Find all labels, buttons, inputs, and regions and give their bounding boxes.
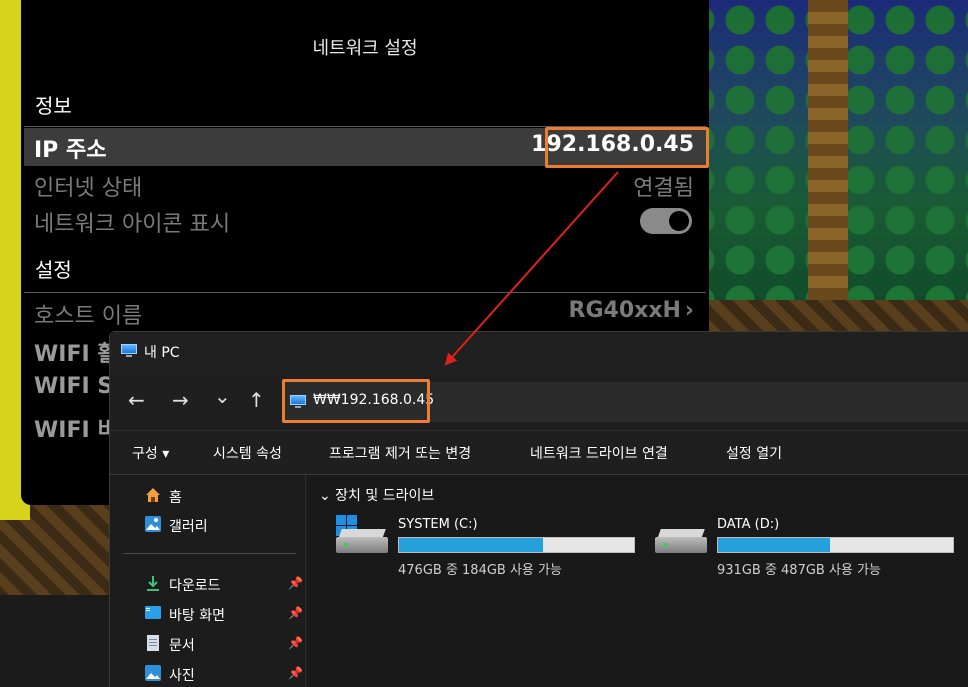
hostname-label: 호스트 이름 — [34, 304, 143, 329]
drive-icon — [336, 529, 388, 553]
uninstall-program-button[interactable]: 프로그램 제거 또는 변경 — [329, 443, 471, 463]
internet-status-label: 인터넷 상태 — [34, 176, 143, 201]
ip-address-label: IP 주소 — [34, 138, 107, 163]
sidebar-item-label: 사진 — [169, 668, 195, 684]
network-icon-toggle[interactable] — [640, 208, 692, 234]
drive-system-c[interactable]: SYSTEM (C:) 476GB 중 184GB 사용 가능 — [336, 515, 636, 578]
wifi-enable-label: WIFI 활 — [34, 342, 118, 367]
background-palm-trunk — [808, 0, 848, 300]
hostname-row[interactable]: 호스트 이름 RG40xxH › — [24, 294, 706, 332]
content-pane: ⌄ 장치 및 드라이브 SYSTEM (C:) 476GB 중 184GB 사용… — [307, 475, 968, 687]
address-highlight-box — [282, 379, 430, 423]
drive-icon — [655, 529, 707, 553]
computer-icon — [121, 344, 137, 357]
navigation-pane: 홈 갤러리 다운로드 📌 바탕 화면 📌 문서 📌 사진 📌 — [110, 475, 306, 687]
file-explorer-window: 내 PC ← → ⌄ ↑ ₩₩192.168.0.45 구성 ▾ 시스템 속성 … — [109, 331, 968, 687]
navigation-bar: ← → ⌄ ↑ ₩₩192.168.0.45 — [110, 370, 968, 430]
sidebar-item-label: 갤러리 — [169, 519, 208, 535]
desktop-icon — [145, 606, 161, 619]
devices-drives-group-header[interactable]: ⌄ 장치 및 드라이브 — [319, 485, 434, 505]
gallery-icon — [145, 516, 161, 532]
system-properties-button[interactable]: 시스템 속성 — [213, 443, 282, 463]
pin-icon[interactable]: 📌 — [288, 576, 303, 590]
chevron-right-icon: › — [684, 298, 694, 323]
sidebar-item-label: 다운로드 — [169, 578, 221, 594]
sidebar-divider — [124, 553, 296, 554]
download-icon — [147, 576, 159, 591]
pin-icon[interactable]: 📌 — [288, 606, 303, 620]
pin-icon[interactable]: 📌 — [288, 666, 303, 680]
sidebar-item-label: 바탕 화면 — [169, 608, 225, 624]
pictures-icon — [145, 665, 161, 681]
drive-free-space: 476GB 중 184GB 사용 가능 — [398, 563, 562, 578]
up-arrow-icon[interactable]: ↑ — [248, 388, 265, 412]
recent-locations-chevron-icon[interactable]: ⌄ — [214, 384, 231, 408]
drive-usage-bar — [717, 537, 954, 553]
drive-data-d[interactable]: DATA (D:) 931GB 중 487GB 사용 가능 — [655, 515, 955, 578]
ip-highlight-box — [545, 127, 709, 168]
network-icon-row[interactable]: 네트워크 아이콘 표시 — [24, 202, 706, 240]
sidebar-item-label: 문서 — [169, 638, 195, 654]
back-arrow-icon[interactable]: ← — [128, 388, 145, 412]
drive-free-space: 931GB 중 487GB 사용 가능 — [717, 563, 881, 578]
title-bar: 내 PC — [110, 332, 968, 370]
sidebar-item-label: 홈 — [169, 490, 182, 506]
home-icon — [146, 488, 160, 502]
drive-usage-bar — [398, 537, 635, 553]
section-info-header: 정보 — [35, 94, 72, 118]
drive-usage-fill — [718, 538, 831, 552]
drive-usage-fill — [399, 538, 544, 552]
internet-status-value: 연결됨 — [633, 176, 694, 201]
drive-name: SYSTEM (C:) — [398, 517, 478, 532]
map-network-drive-button[interactable]: 네트워크 드라이브 연결 — [530, 443, 668, 463]
hostname-text: RG40xxH — [568, 298, 681, 323]
section-settings-header: 설정 — [35, 258, 72, 282]
pin-icon[interactable]: 📌 — [288, 636, 303, 650]
organize-menu-button[interactable]: 구성 ▾ — [132, 443, 169, 463]
divider — [24, 292, 706, 293]
panel-title: 네트워크 설정 — [312, 38, 418, 59]
open-settings-button[interactable]: 설정 열기 — [726, 443, 782, 463]
network-icon-label: 네트워크 아이콘 표시 — [34, 212, 231, 237]
document-icon — [147, 635, 159, 651]
hostname-value: RG40xxH › — [569, 298, 694, 323]
command-bar: 구성 ▾ 시스템 속성 프로그램 제거 또는 변경 네트워크 드라이브 연결 설… — [110, 430, 968, 475]
forward-arrow-icon[interactable]: → — [172, 388, 189, 412]
window-title: 내 PC — [144, 345, 180, 361]
drive-name: DATA (D:) — [717, 517, 780, 532]
wifi-password-label: WIFI 비 — [34, 418, 118, 443]
internet-status-row[interactable]: 인터넷 상태 연결됨 — [24, 166, 706, 204]
toggle-knob — [669, 211, 689, 231]
